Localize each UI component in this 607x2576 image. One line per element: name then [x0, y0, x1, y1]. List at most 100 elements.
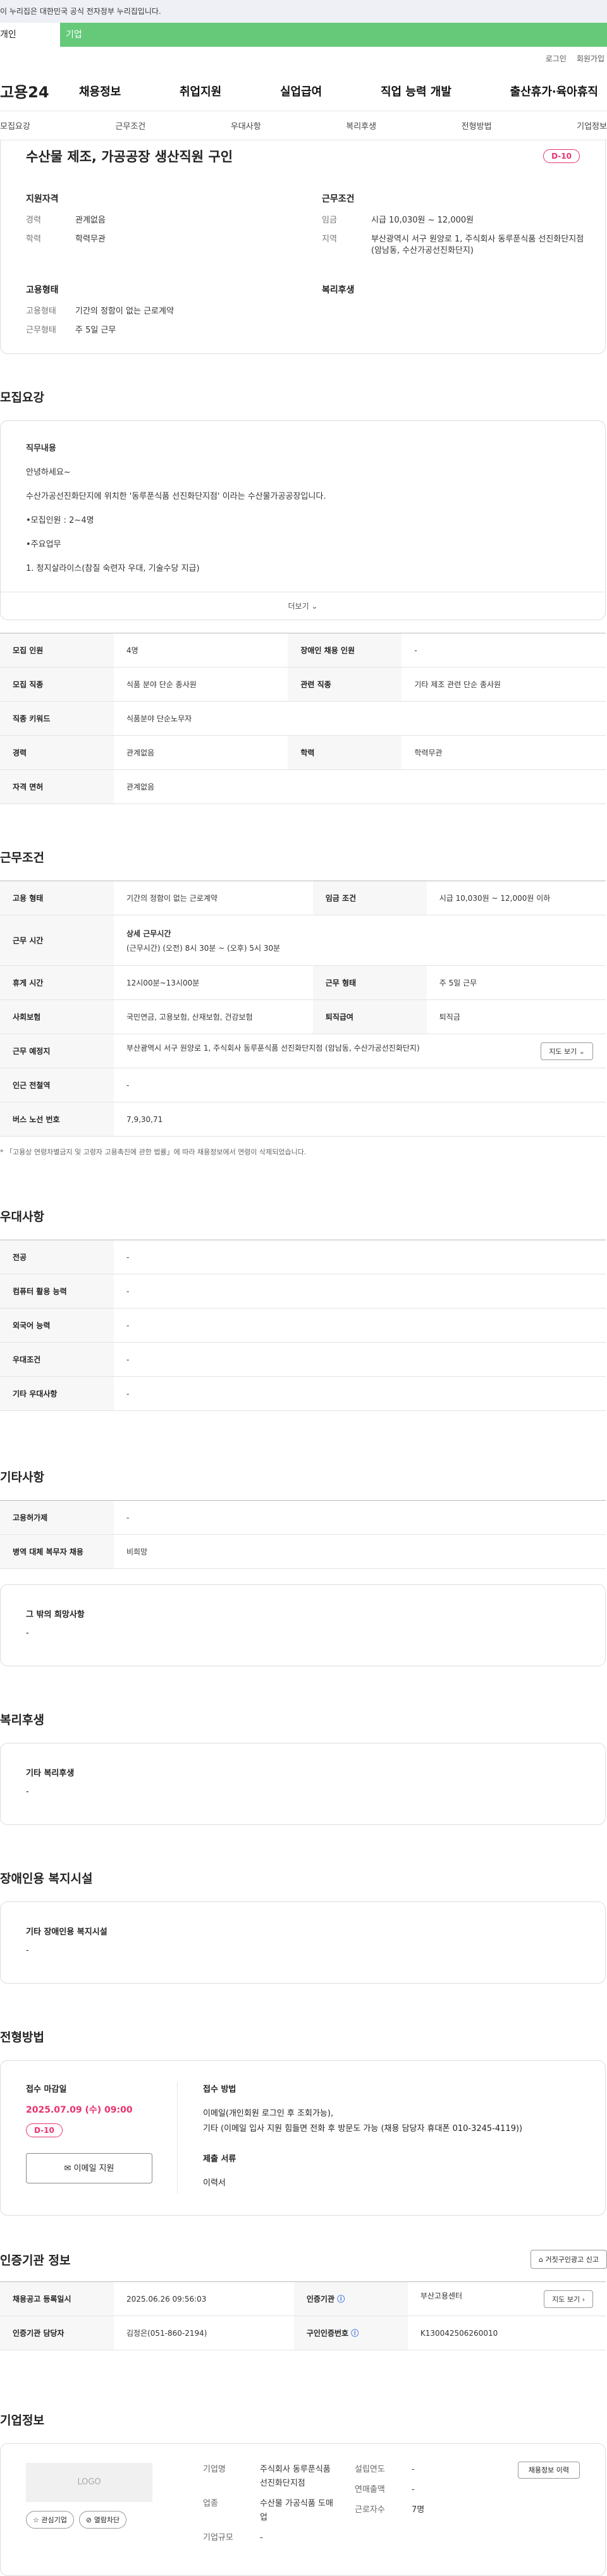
recruit-history-button[interactable]: 채용정보 이력 — [517, 2462, 580, 2479]
map-button[interactable]: 지도 보기 ⌄ — [541, 1042, 593, 1060]
subnav-company[interactable]: 기업정보 — [577, 119, 607, 131]
gnb-item-training[interactable]: 직업 능력 개발 — [381, 83, 451, 99]
table-value: - — [402, 633, 606, 668]
tab-company[interactable]: 기업 — [60, 23, 607, 47]
welfare-summary-title: 복리후생 — [322, 285, 355, 295]
table-label: 근무 예정지 — [0, 1034, 114, 1068]
kv-value: 관계없음 — [75, 216, 106, 225]
subnav-recruit[interactable]: 모집요강 — [0, 119, 30, 131]
subnav-selection[interactable]: 전형방법 — [462, 119, 492, 131]
kv-value: 주 5일 근무 — [75, 326, 116, 335]
desc-line: 안녕하세요~ — [26, 468, 71, 477]
recruit-history-wrap: 채용정보 이력 — [517, 2462, 580, 2556]
signup-link[interactable]: 회원가입 — [577, 47, 604, 71]
condition-block: 근무조건 임금 시급 10,030원 ~ 12,000원 지역 부산광역시 서구 원… — [322, 192, 592, 264]
table-value: 시급 10,030원 ~ 12,000원 이하 — [426, 881, 606, 915]
hours-value: (근무시간) (오전) 8시 30분 ~ (오후) 5시 30분 — [126, 943, 281, 953]
company-logo-placeholder: LOGO — [26, 2463, 152, 2502]
kv-label: 업종 — [203, 2499, 218, 2508]
kv-label: 기업명 — [203, 2465, 226, 2474]
other-wish-value: - — [26, 1628, 29, 1638]
table-value: 비희망 — [114, 1534, 606, 1569]
hours-cell: 상세 근무시간 (근무시간) (오전) 8시 30분 ~ (오후) 5시 30분 — [114, 915, 606, 966]
table-value: - — [114, 1274, 606, 1309]
pref-table: 전공 - 컴퓨터 활용 능력 - 외국어 능력 - 우대조건 - 기타 우대사항 - — [0, 1240, 606, 1411]
utility-links: 로그인 회원가입 — [0, 47, 607, 71]
table-row: 기타 우대사항 - — [0, 1376, 606, 1411]
gnb-item-jobs[interactable]: 채용정보 — [79, 83, 121, 99]
table-label: 외국어 능력 — [0, 1308, 114, 1343]
cert-map-button[interactable]: 지도 보기 › — [544, 2290, 593, 2308]
chevron-down-icon: ⌄ — [311, 602, 318, 611]
table-row: 채용공고 등록일시 2025.06.26 09:56:03 인증기관 ⓘ 부산고용… — [0, 2281, 606, 2316]
favorite-company-button[interactable]: ☆ 관심기업 — [26, 2511, 74, 2529]
method-title: 접수 방법 — [203, 2085, 236, 2094]
disabled-box: 기타 장애인용 복지시설 - — [0, 1901, 606, 1984]
chevron-right-icon: › — [582, 2295, 585, 2304]
table-label: 직종 키워드 — [0, 701, 114, 736]
favorite-label: 관심기업 — [41, 2516, 67, 2524]
welfare-box-value: - — [26, 1787, 29, 1797]
subnav-welfare[interactable]: 복리후생 — [346, 119, 376, 131]
table-row: 근무 시간 상세 근무시간 (근무시간) (오전) 8시 30분 ~ (오후) … — [0, 915, 606, 966]
table-row: 외국어 능력 - — [0, 1308, 606, 1343]
user-type-tabs: 개인 기업 — [0, 23, 607, 47]
gnb-item-unemployment[interactable]: 실업급여 — [280, 83, 322, 99]
table-label: 학력 — [288, 735, 402, 770]
employment-title: 고용형태 — [26, 285, 59, 295]
place-cell: 부산광역시 서구 원양로 1, 주식회사 동루푼식품 선진화단지점 (암남동, … — [114, 1034, 606, 1068]
method-line: 이메일(개인회원 로그인 후 조회가능), — [203, 2109, 334, 2118]
table-value: - — [114, 1240, 606, 1274]
table-label: 인증기관 담당자 — [0, 2316, 114, 2350]
job-summary-card: 수산물 제조, 가공공장 생산직원 구인 D-10 지원자격 경력 관계없음 학력… — [0, 140, 606, 354]
map-button-label: 지도 보기 — [549, 1047, 577, 1056]
table-value: - — [114, 1342, 606, 1377]
table-value: 국민연금, 고용보험, 산재보험, 건강보험 — [114, 999, 313, 1034]
method-block: 접수 방법 이메일(개인회원 로그인 후 조회가능), 기타 (이메일 입사 지… — [178, 2082, 580, 2194]
gov-banner: 이 누리집은 대한민국 공식 전자정부 누리집입니다. — [0, 0, 607, 23]
recruit-section-title: 모집요강 — [0, 391, 44, 405]
table-label: 인근 전철역 — [0, 1068, 114, 1102]
qualification-block: 지원자격 경력 관계없음 학력 학력무관 — [26, 192, 297, 264]
kv-value: 부산광역시 서구 원양로 1, 주식회사 동루푼식품 선진화단지점 (암남동, … — [371, 235, 584, 255]
info-icon[interactable]: ⓘ — [337, 2295, 345, 2304]
table-value: - — [114, 1500, 606, 1535]
email-apply-button[interactable]: ✉ 이메일 지원 — [26, 2153, 152, 2183]
star-icon: ☆ — [33, 2516, 39, 2524]
section-nav: 모집요강 근무조건 우대사항 복리후생 전형방법 기업정보 — [0, 111, 607, 140]
docs-value: 이력서 — [203, 2178, 226, 2188]
site-logo[interactable]: 고용24 — [0, 80, 79, 102]
table-value: 기간의 정함이 없는 근로계약 — [114, 881, 313, 915]
company-info-left: 기업명 주식회사 동루푼식품 선진화단지점 업종 수산물 가공식품 도매업 기업규모… — [203, 2463, 336, 2556]
more-button[interactable]: 더보기 ⌄ — [1, 592, 605, 620]
report-button[interactable]: ⌂ 거짓구인광고 신고 — [530, 2250, 607, 2269]
map-button-label: 지도 보기 — [552, 2295, 580, 2304]
company-industry: 수산물 가공식품 도매업 — [260, 2499, 333, 2522]
gnb-item-leave[interactable]: 출산휴가·육아휴직 — [510, 83, 598, 99]
gnb-item-employment-support[interactable]: 취업지원 — [180, 83, 221, 99]
table-label: 구인인증번호 — [306, 2329, 349, 2338]
block-company-button[interactable]: ⊘ 열람차단 — [78, 2511, 127, 2529]
info-icon[interactable]: ⓘ — [351, 2329, 359, 2338]
table-row: 병역 대체 복무자 채용 비희망 — [0, 1534, 606, 1569]
table-label: 고용 형태 — [0, 881, 114, 915]
welfare-box-title: 기타 복리후생 — [26, 1769, 75, 1778]
table-label: 장애인 채용 인원 — [288, 633, 402, 668]
table-label: 관련 직종 — [288, 667, 402, 702]
kv-label: 연매출액 — [355, 2485, 385, 2494]
company-section-title: 기업정보 — [0, 2414, 44, 2427]
login-link[interactable]: 로그인 — [546, 47, 567, 71]
etc-table: 고용허가제 - 병역 대체 복무자 채용 비희망 — [0, 1500, 606, 1569]
hours-title: 상세 근무시간 — [126, 929, 171, 938]
table-row: 직종 키워드 식품분야 단순노무자 — [0, 701, 606, 736]
table-label: 전공 — [0, 1240, 114, 1274]
table-label: 임금 조건 — [312, 881, 427, 915]
table-label: 기타 우대사항 — [0, 1376, 114, 1411]
subnav-pref[interactable]: 우대사항 — [231, 119, 261, 131]
tab-personal[interactable]: 개인 — [0, 23, 60, 47]
table-row: 컴퓨터 활용 능력 - — [0, 1274, 606, 1309]
subnav-work[interactable]: 근무조건 — [115, 119, 145, 131]
other-wish-box: 그 밖의 희망사항 - — [0, 1584, 606, 1666]
desc-line: 수산가공선진화단지에 위치한 '동루푼식품 선진화단지점' 이라는 수산물가공공… — [26, 492, 326, 501]
employment-block: 고용형태 고용형태 기간의 정함이 없는 근로계약 근무형태 주 5일 근무 — [26, 283, 297, 344]
